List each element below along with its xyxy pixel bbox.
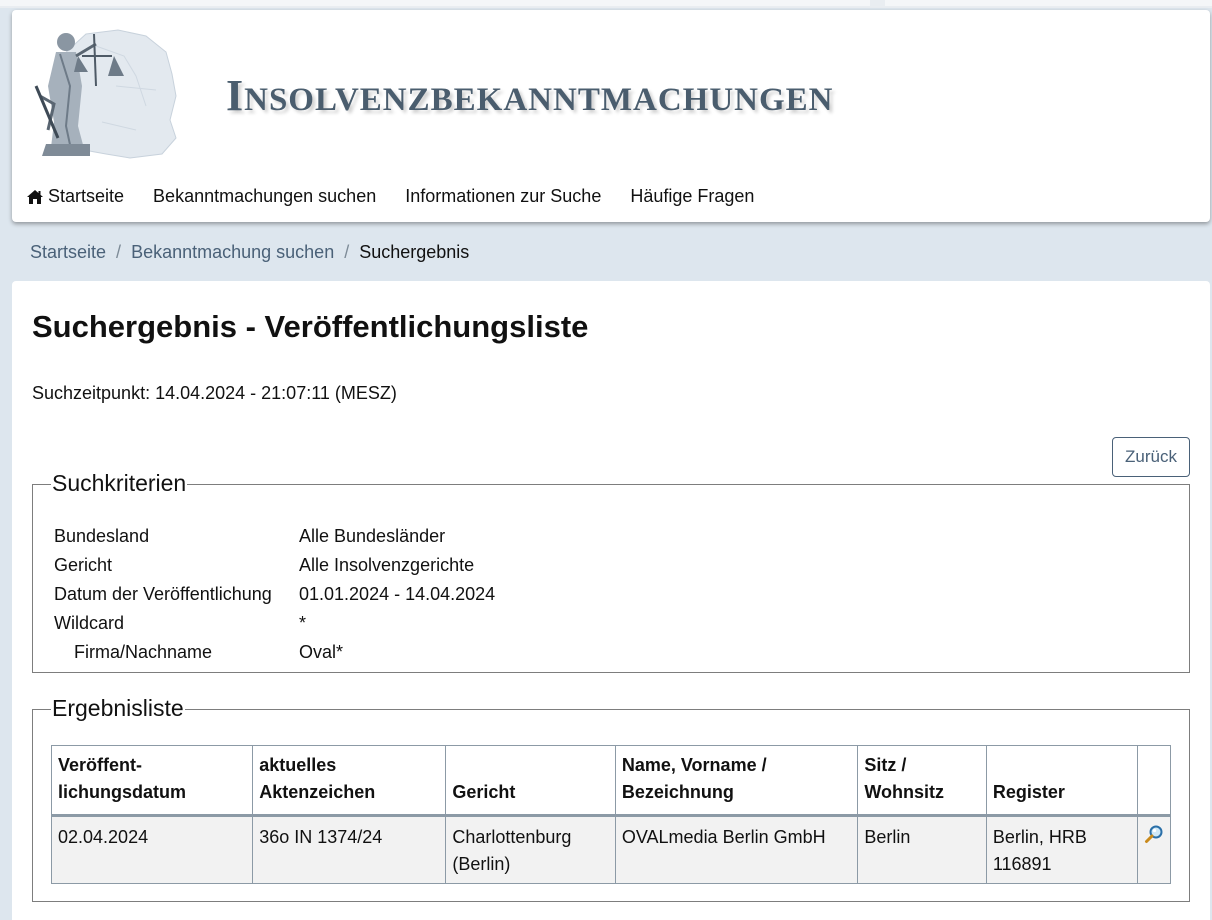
column-header-aktenzeichen: aktuelles Aktenzeichen — [252, 745, 447, 816]
table-header-row: Veröffent-lichungsdatum aktuelles Aktenze… — [50, 745, 1172, 816]
nav-item-startseite[interactable]: Startseite — [26, 186, 124, 207]
column-header-gericht: Gericht — [445, 745, 616, 816]
cell-sitz: Berlin — [857, 815, 987, 884]
justitia-logo — [34, 29, 177, 159]
column-header-veroeffentlichungsdatum: Veröffent-lichungsdatum — [50, 745, 254, 816]
results-table: Veröffent-lichungsdatum aktuelles Aktenze… — [50, 745, 1172, 884]
criteria-value-firma-nachname: Oval* — [299, 642, 344, 662]
breadcrumb: Startseite / Bekanntmachung suchen / Suc… — [30, 242, 469, 263]
results-legend: Ergebnisliste — [51, 695, 185, 722]
breadcrumb-link-startseite[interactable]: Startseite — [30, 242, 106, 263]
home-icon — [27, 189, 43, 204]
column-header-sitz: Sitz / Wohnsitz — [857, 745, 987, 816]
back-button[interactable]: Zurück — [1112, 437, 1190, 477]
cell-action — [1136, 815, 1172, 884]
search-criteria-legend: Suchkriterien — [51, 470, 188, 497]
cell-datum: 02.04.2024 — [50, 815, 254, 884]
magnifier-icon[interactable] — [1144, 824, 1164, 844]
criteria-value-datum: 01.01.2024 - 14.04.2024 — [299, 584, 496, 604]
browser-top-strip — [0, 0, 1212, 8]
search-criteria-fieldset: Suchkriterien Bundesland Alle Bundesländ… — [32, 470, 1190, 673]
criteria-label-gericht: Gericht — [54, 555, 113, 575]
cell-register: Berlin, HRB 116891 — [985, 815, 1138, 884]
criteria-label-firma-nachname: Firma/Nachname — [74, 642, 213, 662]
nav-item-label: Häufige Fragen — [630, 186, 755, 206]
criteria-value-bundesland: Alle Bundesländer — [299, 526, 446, 546]
breadcrumb-link-bekanntmachung-suchen[interactable]: Bekanntmachung suchen — [131, 242, 334, 263]
column-header-action — [1136, 745, 1172, 816]
column-header-register: Register — [985, 745, 1138, 816]
nav-item-label: Informationen zur Suche — [405, 186, 602, 206]
nav-item-haeufige-fragen[interactable]: Häufige Fragen — [630, 186, 754, 207]
breadcrumb-separator: / — [344, 242, 350, 262]
table-row[interactable]: 02.04.2024 36o IN 1374/24 Charlottenburg… — [50, 815, 1172, 884]
breadcrumb-current: Suchergebnis — [359, 242, 470, 262]
main-nav: Startseite Bekanntmachungen suchen Infor… — [26, 186, 783, 207]
criteria-label-datum: Datum der Veröffentlichung — [54, 584, 272, 604]
page-title: Suchergebnis - Veröffentlichungsliste — [32, 309, 589, 344]
nav-item-bekanntmachungen-suchen[interactable]: Bekanntmachungen suchen — [153, 186, 376, 207]
search-timestamp: Suchzeitpunkt: 14.04.2024 - 21:07:11 (ME… — [32, 383, 397, 403]
cell-aktenzeichen: 36o IN 1374/24 — [252, 815, 447, 884]
site-brand-title: INSOLVENZBEKANNTMACHUNGEN — [226, 71, 834, 120]
nav-item-label: Bekanntmachungen suchen — [153, 186, 377, 206]
criteria-label-wildcard: Wildcard — [54, 613, 125, 633]
main-content: Suchergebnis - Veröffentlichungsliste Su… — [12, 281, 1210, 920]
site-header: INSOLVENZBEKANNTMACHUNGEN Startseite Bek… — [12, 10, 1210, 222]
column-header-name: Name, Vorname / Bezeichnung — [614, 745, 859, 816]
cell-name: OVALmedia Berlin GmbH — [614, 815, 859, 884]
cell-gericht: Charlottenburg (Berlin) — [445, 815, 616, 884]
criteria-value-gericht: Alle Insolvenzgerichte — [299, 555, 475, 575]
criteria-value-wildcard: * — [299, 613, 307, 633]
results-fieldset: Ergebnisliste Veröffent-lichungsdatum ak… — [32, 695, 1190, 902]
nav-item-informationen-zur-suche[interactable]: Informationen zur Suche — [405, 186, 601, 207]
criteria-label-bundesland: Bundesland — [54, 526, 150, 546]
nav-item-label: Startseite — [48, 186, 125, 206]
breadcrumb-separator: / — [116, 242, 122, 262]
